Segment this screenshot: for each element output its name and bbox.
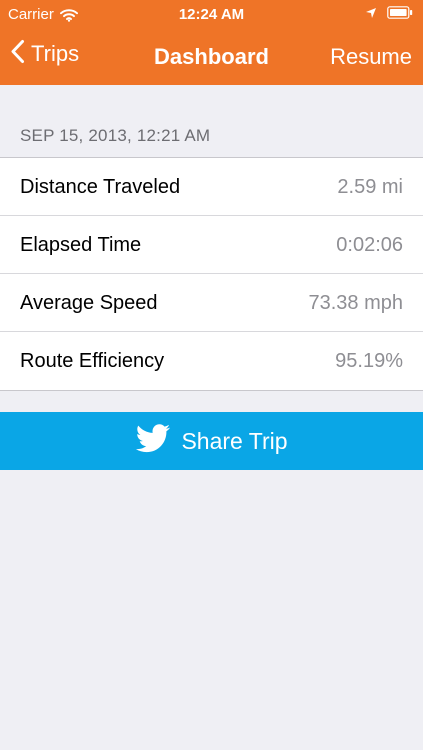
status-bar: Carrier 12:24 AM	[0, 0, 423, 29]
trip-stats-list: Distance Traveled 2.59 mi Elapsed Time 0…	[0, 157, 423, 391]
status-left: Carrier	[8, 6, 78, 24]
share-trip-label: Share Trip	[181, 428, 288, 454]
stat-value: 0:02:06	[336, 234, 403, 256]
stat-value: 73.38 mph	[308, 292, 403, 314]
status-right	[365, 6, 413, 19]
list-item: Elapsed Time 0:02:06	[0, 216, 423, 274]
chevron-left-icon	[10, 39, 25, 69]
wifi-icon	[59, 8, 78, 22]
stat-label: Distance Traveled	[20, 176, 181, 198]
stat-label: Route Efficiency	[20, 350, 165, 372]
location-icon	[365, 7, 377, 19]
stat-value: 95.19%	[335, 350, 403, 372]
stat-label: Elapsed Time	[20, 234, 142, 256]
list-item: Route Efficiency 95.19%	[0, 332, 423, 390]
twitter-bird-icon	[135, 423, 171, 459]
list-item: Distance Traveled 2.59 mi	[0, 158, 423, 216]
battery-icon	[387, 6, 413, 19]
back-button-label: Trips	[31, 41, 80, 66]
carrier-label: Carrier	[8, 6, 54, 23]
share-trip-button[interactable]: Share Trip	[0, 412, 423, 470]
stat-value: 2.59 mi	[337, 176, 403, 198]
list-item: Average Speed 73.38 mph	[0, 274, 423, 332]
back-button[interactable]: Trips	[10, 39, 79, 69]
stat-label: Average Speed	[20, 292, 158, 314]
trip-date-header: SEP 15, 2013, 12:21 AM	[20, 126, 211, 145]
resume-button[interactable]: Resume	[330, 42, 412, 72]
navigation-bar: Trips Dashboard Resume	[0, 29, 423, 85]
header: Carrier 12:24 AM Trips Dashboard Resume	[0, 0, 423, 85]
